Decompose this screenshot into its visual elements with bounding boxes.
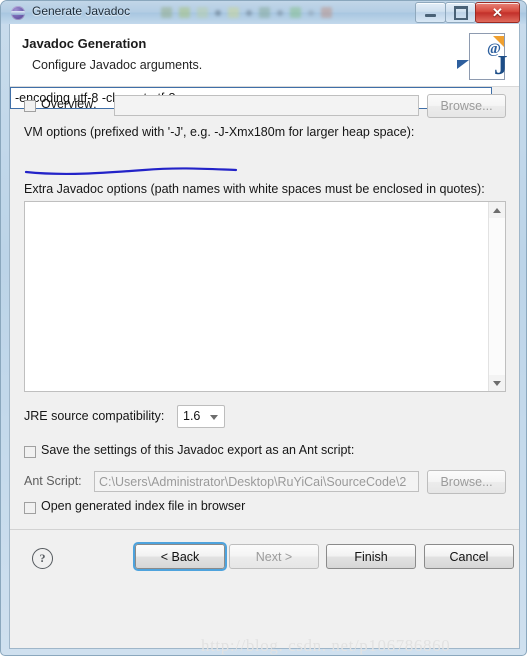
ant-script-row: Ant Script: C:\Users\Administrator\Deskt… [10, 470, 519, 495]
cancel-button[interactable]: Cancel [424, 544, 514, 569]
back-button[interactable]: < Back [133, 542, 227, 571]
save-ant-script-checkbox[interactable] [24, 446, 36, 458]
arrow-icon [457, 60, 469, 78]
java-letter-icon: J [494, 50, 508, 80]
save-ant-script-label: Save the settings of this Javadoc export… [41, 443, 355, 457]
dialog-window: Generate Javadoc ✕ Javadoc Generation Co… [0, 0, 527, 656]
jre-compatibility-select[interactable]: 1.6 [177, 405, 225, 428]
maximize-button[interactable] [445, 2, 476, 23]
scroll-up-button[interactable] [489, 202, 505, 218]
chevron-down-icon [493, 380, 501, 386]
overview-row: Overview: Browse... [10, 94, 519, 119]
chevron-down-icon [210, 415, 218, 420]
overview-browse-button[interactable]: Browse... [427, 94, 506, 118]
dialog-body: Javadoc Generation Configure Javadoc arg… [9, 24, 520, 649]
page-title: Javadoc Generation [22, 36, 147, 51]
wizard-banner: Javadoc Generation Configure Javadoc arg… [10, 24, 519, 87]
open-index-checkbox[interactable] [24, 502, 36, 514]
textarea-scrollbar[interactable] [488, 202, 505, 391]
title-bar: Generate Javadoc ✕ [1, 1, 526, 24]
chevron-up-icon [493, 207, 501, 213]
ant-script-label: Ant Script: [24, 474, 82, 488]
extra-options-label: Extra Javadoc options (path names with w… [24, 182, 485, 196]
close-button[interactable]: ✕ [475, 2, 520, 23]
maximize-icon [453, 5, 468, 20]
overview-checkbox[interactable] [24, 100, 36, 112]
jre-compatibility-label: JRE source compatibility: [24, 409, 165, 423]
background-toolbar-ghost-icons [161, 3, 411, 22]
handdrawn-underline-annotation [24, 167, 238, 176]
window-title: Generate Javadoc [32, 4, 131, 18]
overview-input[interactable] [114, 95, 419, 116]
overview-label: Overview: [41, 97, 97, 111]
eclipse-icon [11, 6, 25, 20]
dialog-footer: ? < Back Next > Finish Cancel [10, 529, 519, 590]
help-icon[interactable]: ? [32, 548, 53, 569]
save-ant-script-row: Save the settings of this Javadoc export… [10, 443, 519, 463]
jre-compatibility-row: JRE source compatibility: 1.6 [10, 405, 519, 429]
close-icon: ✕ [492, 5, 503, 20]
next-button[interactable]: Next > [229, 544, 319, 569]
javadoc-page-icon: @ J [457, 30, 508, 82]
form-content: Overview: Browse... VM options (prefixed… [10, 87, 519, 590]
ant-script-browse-button[interactable]: Browse... [427, 470, 506, 494]
page-subtitle: Configure Javadoc arguments. [32, 58, 203, 72]
vm-options-label: VM options (prefixed with '-J', e.g. -J-… [24, 125, 415, 139]
document-page-shape: @ J [469, 33, 508, 80]
open-index-label: Open generated index file in browser [41, 499, 246, 513]
minimize-button[interactable] [415, 2, 446, 23]
scroll-down-button[interactable] [489, 375, 505, 391]
extra-options-textarea[interactable] [24, 201, 506, 392]
finish-button[interactable]: Finish [326, 544, 416, 569]
open-index-row: Open generated index file in browser [10, 499, 519, 519]
ant-script-input[interactable]: C:\Users\Administrator\Desktop\RuYiCai\S… [94, 471, 419, 492]
jre-selected-value: 1.6 [183, 409, 201, 423]
minimize-icon [425, 13, 436, 17]
